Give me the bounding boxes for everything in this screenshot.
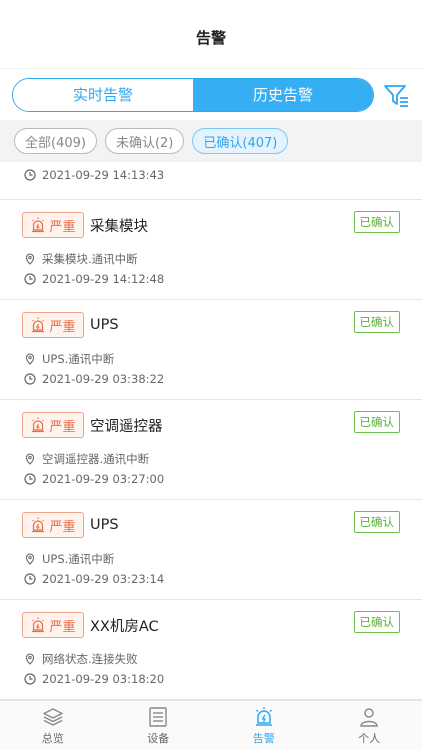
severity-label: 严重 bbox=[49, 219, 76, 235]
nav-devices-label: 设备 bbox=[147, 731, 170, 745]
confirmed-status-badge: 已确认 bbox=[353, 411, 400, 433]
nav-devices[interactable]: 设备 bbox=[106, 701, 212, 750]
clock-icon bbox=[24, 273, 36, 285]
filter-icon[interactable] bbox=[382, 81, 410, 109]
alarm-time-row: 2021-09-29 03:38:22 bbox=[0, 372, 164, 386]
alarm-device-name: 空调遥控器 bbox=[90, 418, 163, 435]
alarm-time-row: 2021-09-29 14:12:48 bbox=[0, 272, 164, 286]
alarm-card[interactable]: 严重 采集模块 已确认采集模块.通讯中断 2021-09-29 14:12:48 bbox=[0, 200, 422, 300]
nav-overview-label: 总览 bbox=[41, 731, 64, 745]
alarm-light-icon bbox=[32, 217, 45, 233]
confirmed-status-badge: 已确认 bbox=[353, 311, 400, 333]
alarm-card[interactable]: 严重 XX机房AC 已确认网络状态.连接失败 2021-09-29 03:18:20 bbox=[0, 600, 422, 700]
nav-overview[interactable]: 总览 bbox=[0, 701, 106, 750]
clock-icon bbox=[24, 373, 36, 385]
alarm-card[interactable]: 严重 UPS 已确认 UPS.通讯中断 2021-09-29 03:23:14 bbox=[0, 500, 422, 600]
alarm-time: 2021-09-29 14:13:43 bbox=[42, 168, 165, 182]
alarm-device-name: UPS bbox=[90, 517, 119, 533]
alarm-light-icon bbox=[255, 706, 272, 726]
status-filter-chips: 全部(409) 未确认(2) 已确认(407) bbox=[0, 120, 422, 162]
location-pin-icon bbox=[25, 253, 35, 265]
nav-alarm-label: 告警 bbox=[252, 731, 275, 745]
clock-icon bbox=[24, 473, 36, 485]
user-icon bbox=[360, 707, 378, 727]
confirmed-status-badge: 已确认 bbox=[353, 511, 400, 533]
clock-icon bbox=[24, 169, 36, 181]
severity-badge: 严重 bbox=[22, 612, 84, 638]
chip-confirmed[interactable]: 已确认(407) bbox=[192, 128, 289, 154]
severity-label: 严重 bbox=[49, 619, 76, 635]
alarm-location: UPS.通讯中断 bbox=[42, 352, 115, 366]
alarm-time-row: 2021-09-29 14:13:43 bbox=[0, 168, 164, 182]
alarm-segment-control: 实时告警 历史告警 bbox=[12, 77, 374, 112]
severity-label: 严重 bbox=[49, 319, 76, 335]
alarm-location-row: UPS.通讯中断 bbox=[0, 351, 114, 367]
chip-all[interactable]: 全部(409) bbox=[14, 128, 97, 154]
alarm-time: 2021-09-29 03:38:22 bbox=[42, 372, 165, 386]
alarm-light-icon bbox=[32, 417, 45, 433]
alarm-list: 2021-09-29 14:13:43 严重 采集模块 已确认 采集模块.通讯中断 20… bbox=[0, 162, 422, 700]
severity-label: 严重 bbox=[49, 519, 76, 535]
alarm-time: 2021-09-29 03:18:20 bbox=[42, 672, 165, 686]
location-pin-icon bbox=[25, 453, 35, 465]
alarm-device-name: XX机房AC bbox=[90, 618, 159, 635]
alarm-card[interactable]: 严重 空调遥控器 已确认空调遥控器.通讯中断 2021-09-29 03:27:00 bbox=[0, 400, 422, 500]
alarm-time: 2021-09-29 03:23:14 bbox=[42, 572, 165, 586]
alarm-title-row: 严重 UPS bbox=[22, 512, 119, 538]
alarm-location: 采集模块.通讯中断 bbox=[42, 252, 138, 266]
layers-icon bbox=[43, 707, 63, 726]
tab-realtime-alarms[interactable]: 实时告警 bbox=[13, 78, 193, 111]
alarm-time-row: 2021-09-29 03:18:20 bbox=[0, 672, 164, 686]
page-title: 告警 bbox=[195, 28, 226, 47]
alarm-location-row: 采集模块.通讯中断 bbox=[0, 251, 138, 267]
nav-alarm[interactable]: 告警 bbox=[211, 701, 317, 750]
alarm-card-partial[interactable]: 2021-09-29 14:13:43 bbox=[0, 162, 422, 200]
severity-label: 严重 bbox=[49, 419, 76, 435]
nav-personal-label: 个人 bbox=[358, 731, 381, 745]
clock-icon bbox=[24, 673, 36, 685]
alarm-title-row: 严重 采集模块 bbox=[22, 212, 148, 238]
device-list-icon bbox=[149, 706, 167, 727]
alarm-card[interactable]: 严重 UPS 已确认 UPS.通讯中断 2021-09-29 03:38:22 bbox=[0, 300, 422, 400]
tab-history-alarms[interactable]: 历史告警 bbox=[193, 78, 373, 111]
alarm-time-row: 2021-09-29 03:23:14 bbox=[0, 572, 164, 586]
location-pin-icon bbox=[25, 353, 35, 365]
alarm-time: 2021-09-29 14:12:48 bbox=[42, 272, 165, 286]
location-pin-icon bbox=[25, 653, 35, 665]
bottom-navigation: 总览 设备 告警 个人 bbox=[0, 700, 422, 750]
clock-icon bbox=[24, 573, 36, 585]
alarm-location: 空调遥控器.通讯中断 bbox=[42, 452, 150, 466]
alarm-device-name: 采集模块 bbox=[90, 218, 148, 235]
severity-badge: 严重 bbox=[22, 512, 84, 538]
severity-badge: 严重 bbox=[22, 212, 84, 238]
chip-unconfirmed[interactable]: 未确认(2) bbox=[104, 128, 185, 154]
alarm-location: 网络状态.连接失败 bbox=[42, 652, 138, 666]
confirmed-status-badge: 已确认 bbox=[353, 611, 400, 633]
alarm-light-icon bbox=[32, 617, 45, 633]
severity-badge: 严重 bbox=[22, 312, 84, 338]
tab-bar: 实时告警 历史告警 bbox=[0, 68, 422, 120]
location-pin-icon bbox=[25, 553, 35, 565]
alarm-title-row: 严重 XX机房AC bbox=[22, 612, 159, 638]
alarm-location-row: UPS.通讯中断 bbox=[0, 551, 114, 567]
alarm-light-icon bbox=[32, 317, 45, 333]
alarm-time-row: 2021-09-29 03:27:00 bbox=[0, 472, 164, 486]
alarm-location: UPS.通讯中断 bbox=[42, 552, 115, 566]
severity-badge: 严重 bbox=[22, 412, 84, 438]
confirmed-status-badge: 已确认 bbox=[353, 211, 400, 233]
alarm-location-row: 网络状态.连接失败 bbox=[0, 651, 138, 667]
alarm-time: 2021-09-29 03:27:00 bbox=[42, 472, 165, 486]
alarm-title-row: 严重 空调遥控器 bbox=[22, 412, 163, 438]
nav-personal[interactable]: 个人 bbox=[317, 701, 422, 750]
alarm-device-name: UPS bbox=[90, 317, 119, 333]
alarm-title-row: 严重 UPS bbox=[22, 312, 119, 338]
alarm-light-icon bbox=[32, 517, 45, 533]
alarm-location-row: 空调遥控器.通讯中断 bbox=[0, 451, 149, 467]
